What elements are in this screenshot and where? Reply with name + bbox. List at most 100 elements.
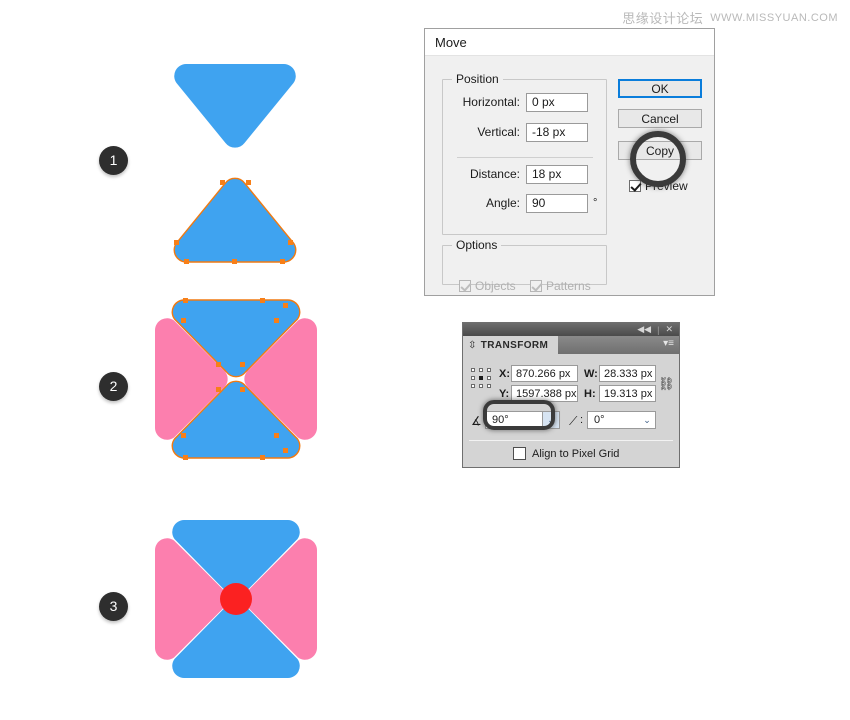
rotate-dropdown[interactable]: ⌄ xyxy=(542,411,560,429)
transform-tabrow: ⇳ TRANSFORM ▾≡ xyxy=(463,336,679,354)
refpoint-br[interactable] xyxy=(487,384,491,388)
anchor-point xyxy=(216,387,221,392)
h-label: H: xyxy=(584,388,596,400)
copy-button[interactable]: Copy xyxy=(618,141,702,160)
refpoint-bl[interactable] xyxy=(471,384,475,388)
vertical-input[interactable]: -18 px xyxy=(526,122,588,142)
step2-shape-group xyxy=(148,296,324,478)
shear-colon: : xyxy=(580,414,584,426)
chevron-down-icon[interactable]: ⌄ xyxy=(639,412,655,428)
preview-checkbox-row[interactable]: Preview xyxy=(629,179,688,193)
chevron-down-icon[interactable]: ⌄ xyxy=(542,412,559,428)
illustration-canvas: 思缘设计论坛 WWW.MISSYUAN.COM 1 2 3 Move Posit… xyxy=(0,0,850,720)
panel-grip-icon: ⇳ xyxy=(468,339,477,351)
position-divider xyxy=(457,157,593,158)
transform-divider xyxy=(469,440,673,441)
step1-shape-up-selected xyxy=(172,176,298,266)
y-input[interactable]: 1597.388 px xyxy=(511,385,578,402)
refpoint-tr[interactable] xyxy=(487,368,491,372)
close-icon[interactable]: ✕ xyxy=(665,324,673,335)
objects-label: Objects xyxy=(475,279,516,293)
distance-label: Distance: xyxy=(469,167,520,181)
align-pixel-grid-checkbox[interactable] xyxy=(513,447,526,460)
reference-point-grid-icon[interactable] xyxy=(471,368,493,390)
w-label: W: xyxy=(584,368,598,380)
step-badge-2: 2 xyxy=(99,372,128,401)
panel-menu-icon[interactable]: ▾≡ xyxy=(663,339,674,349)
ok-button[interactable]: OK xyxy=(618,79,702,98)
anchor-point xyxy=(220,180,225,185)
chain-link-icon[interactable]: ⛓ xyxy=(658,376,675,392)
anchor-point xyxy=(240,387,245,392)
anchor-point xyxy=(246,180,251,185)
collapse-icon[interactable]: ◀◀ xyxy=(637,324,651,335)
angle-degree-symbol: ° xyxy=(593,197,598,209)
angle-input[interactable]: 90 xyxy=(526,193,588,213)
step1-shape-down xyxy=(172,62,298,152)
position-legend: Position xyxy=(452,72,503,86)
watermark-cn: 思缘设计论坛 xyxy=(622,12,704,27)
anchor-point xyxy=(183,455,188,460)
anchor-point xyxy=(274,433,279,438)
distance-input[interactable]: 18 px xyxy=(526,164,588,184)
preview-label: Preview xyxy=(645,179,688,193)
refpoint-mr[interactable] xyxy=(487,376,491,380)
anchor-point xyxy=(274,318,279,323)
angle-row: Angle: 90 ° xyxy=(451,192,611,214)
shear-angle-icon: ⟋ xyxy=(569,414,578,428)
refpoint-tc[interactable] xyxy=(479,368,483,372)
objects-checkbox[interactable] xyxy=(459,280,471,292)
anchor-point xyxy=(288,240,293,245)
horizontal-input[interactable]: 0 px xyxy=(526,92,588,112)
horizontal-label: Horizontal: xyxy=(462,95,520,109)
anchor-point xyxy=(181,433,186,438)
step-badge-3: 3 xyxy=(99,592,128,621)
anchor-point xyxy=(240,362,245,367)
patterns-label: Patterns xyxy=(546,279,591,293)
anchor-point xyxy=(184,259,189,264)
rotate-input[interactable]: 90° xyxy=(485,411,543,429)
anchor-point xyxy=(260,455,265,460)
vertical-row: Vertical: -18 px xyxy=(451,121,597,143)
options-legend: Options xyxy=(452,238,502,252)
anchor-point xyxy=(232,259,237,264)
dialog-title: Move xyxy=(425,29,714,56)
anchor-point xyxy=(183,298,188,303)
anchor-point xyxy=(174,240,179,245)
move-dialog[interactable]: Move Position Horizontal: 0 px Vertical:… xyxy=(424,28,715,296)
refpoint-mc[interactable] xyxy=(479,376,483,380)
anchor-point xyxy=(216,362,221,367)
preview-checkbox[interactable] xyxy=(629,180,641,192)
transform-body: X: 870.266 px Y: 1597.388 px W: 28.333 p… xyxy=(463,354,679,467)
horizontal-row: Horizontal: 0 px xyxy=(451,91,597,113)
tab-transform[interactable]: ⇳ TRANSFORM xyxy=(463,336,559,354)
anchor-point xyxy=(280,259,285,264)
anchor-point xyxy=(181,318,186,323)
h-input[interactable]: 19.313 px xyxy=(599,385,656,402)
anchor-point xyxy=(283,303,288,308)
watermark-en: WWW.MISSYUAN.COM xyxy=(710,11,838,24)
refpoint-tl[interactable] xyxy=(471,368,475,372)
patterns-checkbox-row[interactable]: Patterns xyxy=(530,279,591,293)
refpoint-ml[interactable] xyxy=(471,376,475,380)
objects-checkbox-row[interactable]: Objects xyxy=(459,279,516,293)
refpoint-bc[interactable] xyxy=(479,384,483,388)
angle-label: Angle: xyxy=(485,196,520,210)
shear-input[interactable]: 0° ⌄ xyxy=(587,411,656,429)
w-input[interactable]: 28.333 px xyxy=(599,365,656,382)
distance-row: Distance: 18 px xyxy=(451,163,597,185)
anchor-point xyxy=(260,298,265,303)
vertical-label: Vertical: xyxy=(477,125,520,139)
step-badge-1: 1 xyxy=(99,146,128,175)
align-pixel-grid-label: Align to Pixel Grid xyxy=(532,447,620,460)
watermark: 思缘设计论坛 WWW.MISSYUAN.COM xyxy=(622,8,838,28)
transform-panel[interactable]: ◀◀ | ✕ ⇳ TRANSFORM ▾≡ X: 870.266 px Y: 1… xyxy=(462,322,680,468)
x-label: X: xyxy=(499,368,510,380)
cancel-button[interactable]: Cancel xyxy=(618,109,702,128)
x-input[interactable]: 870.266 px xyxy=(511,365,578,382)
rotate-angle-icon: ∡ xyxy=(471,414,482,428)
patterns-checkbox[interactable] xyxy=(530,280,542,292)
align-pixel-grid-row[interactable]: Align to Pixel Grid xyxy=(513,447,619,460)
y-label: Y: xyxy=(499,388,510,400)
transform-titlebar: ◀◀ | ✕ xyxy=(463,323,679,336)
